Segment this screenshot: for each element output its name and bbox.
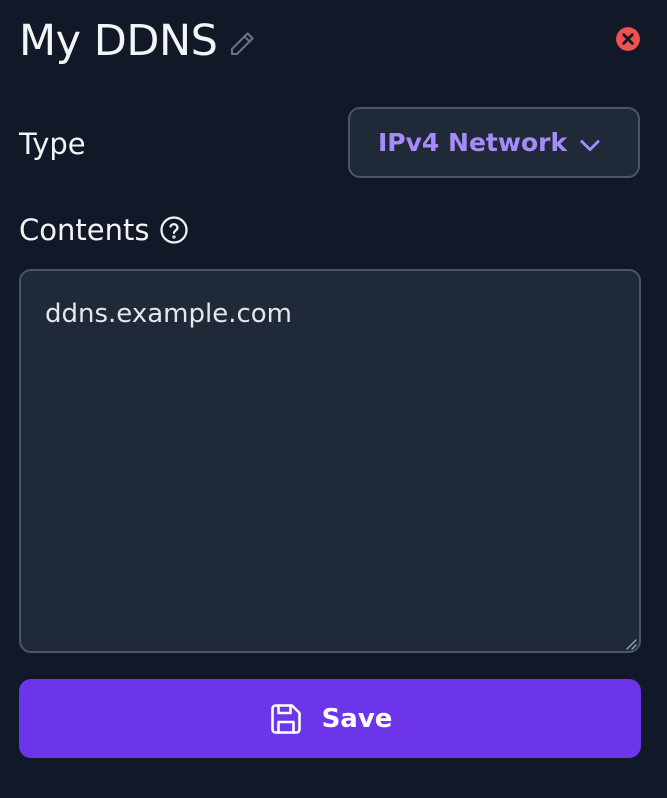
help-button[interactable]: [159, 215, 189, 245]
type-dropdown[interactable]: IPv4 Network: [348, 107, 640, 178]
contents-textarea[interactable]: [19, 269, 641, 653]
close-button[interactable]: [615, 26, 641, 52]
edit-title-button[interactable]: [225, 27, 259, 61]
resize-handle-icon[interactable]: [623, 636, 637, 650]
chevron-down-icon: [580, 140, 600, 152]
header: My DDNS: [19, 14, 259, 68]
pencil-icon: [231, 32, 255, 55]
save-button[interactable]: Save: [19, 679, 641, 758]
save-label: Save: [321, 703, 393, 734]
contents-label: Contents: [19, 213, 150, 247]
close-circle-icon: [616, 27, 640, 51]
record-title: My DDNS: [19, 16, 218, 66]
type-selected-value: IPv4 Network: [378, 128, 568, 157]
floppy-disk-icon: [270, 703, 301, 734]
ddns-record-panel: My DDNS Type IPv4 Network Contents ddns.…: [0, 0, 667, 798]
type-label: Type: [19, 127, 86, 161]
contents-label-row: Contents: [19, 210, 189, 250]
question-circle-icon: [160, 216, 189, 244]
save-icon-wrap: [268, 701, 304, 737]
